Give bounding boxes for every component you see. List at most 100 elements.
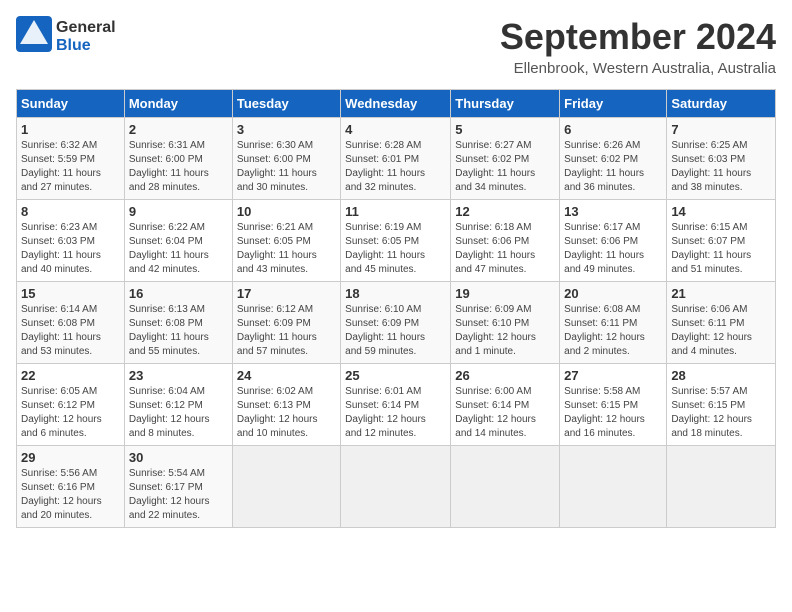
day-info: Sunrise: 6:17 AM Sunset: 6:06 PM Dayligh…: [564, 221, 662, 277]
logo-general: General: [56, 19, 116, 37]
table-row: 22Sunrise: 6:05 AM Sunset: 6:12 PM Dayli…: [17, 364, 776, 446]
day-number: 9: [129, 204, 228, 219]
table-cell: [341, 446, 451, 528]
col-sunday: Sunday: [17, 90, 125, 118]
day-number: 5: [455, 122, 555, 137]
calendar-table: Sunday Monday Tuesday Wednesday Thursday…: [16, 89, 776, 528]
table-cell: 10 Sunrise: 6:21 AM Sunset: 6:05 PM Dayli…: [232, 200, 340, 282]
day-info: Sunrise: 5:56 AM Sunset: 6:16 PM Dayligh…: [21, 467, 120, 523]
day-info: Sunrise: 6:19 AM Sunset: 6:05 PM Dayligh…: [345, 221, 446, 277]
table-row: 8 Sunrise: 6:23 AM Sunset: 6:03 PM Daylig…: [17, 200, 776, 282]
table-cell: 15Sunrise: 6:14 AM Sunset: 6:08 PM Dayli…: [17, 282, 125, 364]
day-number: 14: [671, 204, 771, 219]
day-info: Sunrise: 6:23 AM Sunset: 6:03 PM Dayligh…: [21, 221, 120, 277]
col-wednesday: Wednesday: [341, 90, 451, 118]
day-info: Sunrise: 5:57 AM Sunset: 6:15 PM Dayligh…: [671, 385, 771, 441]
table-cell: 1 Sunrise: 6:32 AM Sunset: 5:59 PM Daylig…: [17, 118, 125, 200]
day-number: 16: [129, 286, 228, 301]
table-cell: 2 Sunrise: 6:31 AM Sunset: 6:00 PM Daylig…: [124, 118, 232, 200]
table-cell: 11Sunrise: 6:19 AM Sunset: 6:05 PM Dayli…: [341, 200, 451, 282]
day-info: Sunrise: 6:28 AM Sunset: 6:01 PM Dayligh…: [345, 139, 446, 195]
col-thursday: Thursday: [451, 90, 560, 118]
day-number: 17: [237, 286, 336, 301]
calendar-subtitle: Ellenbrook, Western Australia, Australia: [500, 60, 776, 77]
day-number: 24: [237, 368, 336, 383]
table-cell: 20 Sunrise: 6:08 AM Sunset: 6:11 PM Dayli…: [560, 282, 667, 364]
table-cell: 6 Sunrise: 6:26 AM Sunset: 6:02 PM Daylig…: [560, 118, 667, 200]
table-cell: 9 Sunrise: 6:22 AM Sunset: 6:04 PM Daylig…: [124, 200, 232, 282]
day-number: 22: [21, 368, 120, 383]
day-info: Sunrise: 6:30 AM Sunset: 6:00 PM Dayligh…: [237, 139, 336, 195]
day-number: 2: [129, 122, 228, 137]
table-cell: 13 Sunrise: 6:17 AM Sunset: 6:06 PM Dayli…: [560, 200, 667, 282]
table-cell: 21 Sunrise: 6:06 AM Sunset: 6:11 PM Dayli…: [667, 282, 776, 364]
table-cell: 5 Sunrise: 6:27 AM Sunset: 6:02 PM Daylig…: [451, 118, 560, 200]
table-cell: 4Sunrise: 6:28 AM Sunset: 6:01 PM Daylig…: [341, 118, 451, 200]
day-number: 20: [564, 286, 662, 301]
day-number: 8: [21, 204, 120, 219]
day-number: 12: [455, 204, 555, 219]
logo: General Blue: [16, 16, 116, 57]
day-number: 10: [237, 204, 336, 219]
table-cell: 17 Sunrise: 6:12 AM Sunset: 6:09 PM Dayli…: [232, 282, 340, 364]
day-number: 1: [21, 122, 120, 137]
day-info: Sunrise: 6:06 AM Sunset: 6:11 PM Dayligh…: [671, 303, 771, 359]
table-cell: 14 Sunrise: 6:15 AM Sunset: 6:07 PM Dayli…: [667, 200, 776, 282]
table-cell: 19Sunrise: 6:09 AM Sunset: 6:10 PM Dayli…: [451, 282, 560, 364]
title-block: September 2024 Ellenbrook, Western Austr…: [500, 16, 776, 77]
day-info: Sunrise: 6:18 AM Sunset: 6:06 PM Dayligh…: [455, 221, 555, 277]
day-info: Sunrise: 6:15 AM Sunset: 6:07 PM Dayligh…: [671, 221, 771, 277]
page-header: General Blue September 2024 Ellenbrook, …: [16, 16, 776, 77]
day-info: Sunrise: 6:01 AM Sunset: 6:14 PM Dayligh…: [345, 385, 446, 441]
day-info: Sunrise: 6:31 AM Sunset: 6:00 PM Dayligh…: [129, 139, 228, 195]
day-number: 13: [564, 204, 662, 219]
day-number: 6: [564, 122, 662, 137]
day-number: 27: [564, 368, 662, 383]
day-info: Sunrise: 6:00 AM Sunset: 6:14 PM Dayligh…: [455, 385, 555, 441]
table-cell: [451, 446, 560, 528]
table-cell: 28 Sunrise: 5:57 AM Sunset: 6:15 PM Dayli…: [667, 364, 776, 446]
table-cell: 7Sunrise: 6:25 AM Sunset: 6:03 PM Daylig…: [667, 118, 776, 200]
day-number: 26: [455, 368, 555, 383]
day-number: 18: [345, 286, 446, 301]
day-info: Sunrise: 6:32 AM Sunset: 5:59 PM Dayligh…: [21, 139, 120, 195]
calendar-title: September 2024: [500, 16, 776, 58]
day-info: Sunrise: 6:21 AM Sunset: 6:05 PM Dayligh…: [237, 221, 336, 277]
day-info: Sunrise: 6:12 AM Sunset: 6:09 PM Dayligh…: [237, 303, 336, 359]
table-cell: [667, 446, 776, 528]
table-cell: 16 Sunrise: 6:13 AM Sunset: 6:08 PM Dayli…: [124, 282, 232, 364]
col-saturday: Saturday: [667, 90, 776, 118]
day-number: 25: [345, 368, 446, 383]
table-cell: 29 Sunrise: 5:56 AM Sunset: 6:16 PM Dayli…: [17, 446, 125, 528]
day-info: Sunrise: 6:02 AM Sunset: 6:13 PM Dayligh…: [237, 385, 336, 441]
logo-blue: Blue: [56, 37, 116, 55]
col-tuesday: Tuesday: [232, 90, 340, 118]
table-cell: 12 Sunrise: 6:18 AM Sunset: 6:06 PM Dayli…: [451, 200, 560, 282]
day-info: Sunrise: 6:13 AM Sunset: 6:08 PM Dayligh…: [129, 303, 228, 359]
day-info: Sunrise: 6:22 AM Sunset: 6:04 PM Dayligh…: [129, 221, 228, 277]
day-number: 23: [129, 368, 228, 383]
day-number: 28: [671, 368, 771, 383]
table-cell: 26 Sunrise: 6:00 AM Sunset: 6:14 PM Dayli…: [451, 364, 560, 446]
day-number: 30: [129, 450, 228, 465]
table-cell: 24 Sunrise: 6:02 AM Sunset: 6:13 PM Dayli…: [232, 364, 340, 446]
day-info: Sunrise: 6:08 AM Sunset: 6:11 PM Dayligh…: [564, 303, 662, 359]
day-info: Sunrise: 5:58 AM Sunset: 6:15 PM Dayligh…: [564, 385, 662, 441]
table-row: 15Sunrise: 6:14 AM Sunset: 6:08 PM Dayli…: [17, 282, 776, 364]
table-cell: [560, 446, 667, 528]
table-cell: 27 Sunrise: 5:58 AM Sunset: 6:15 PM Dayli…: [560, 364, 667, 446]
day-number: 15: [21, 286, 120, 301]
table-row: 29 Sunrise: 5:56 AM Sunset: 6:16 PM Dayli…: [17, 446, 776, 528]
day-info: Sunrise: 6:10 AM Sunset: 6:09 PM Dayligh…: [345, 303, 446, 359]
table-cell: 18 Sunrise: 6:10 AM Sunset: 6:09 PM Dayli…: [341, 282, 451, 364]
table-cell: [232, 446, 340, 528]
header-row: Sunday Monday Tuesday Wednesday Thursday…: [17, 90, 776, 118]
day-info: Sunrise: 6:27 AM Sunset: 6:02 PM Dayligh…: [455, 139, 555, 195]
day-info: Sunrise: 6:04 AM Sunset: 6:12 PM Dayligh…: [129, 385, 228, 441]
day-number: 21: [671, 286, 771, 301]
day-number: 29: [21, 450, 120, 465]
day-info: Sunrise: 6:26 AM Sunset: 6:02 PM Dayligh…: [564, 139, 662, 195]
day-info: Sunrise: 6:09 AM Sunset: 6:10 PM Dayligh…: [455, 303, 555, 359]
day-number: 7: [671, 122, 771, 137]
table-cell: 30Sunrise: 5:54 AM Sunset: 6:17 PM Dayli…: [124, 446, 232, 528]
